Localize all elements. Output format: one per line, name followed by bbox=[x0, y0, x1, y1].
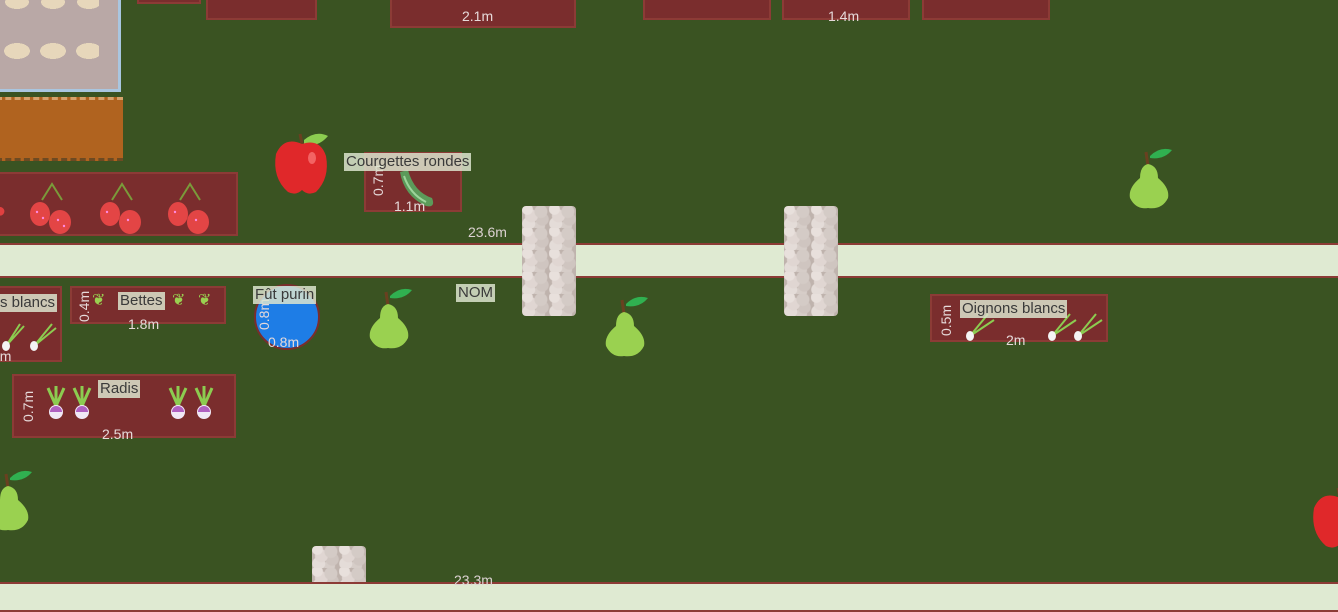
chard-icon: ❦ bbox=[198, 292, 212, 309]
apple-tree-icon[interactable] bbox=[1310, 484, 1338, 548]
pear-tree-icon[interactable] bbox=[602, 294, 650, 363]
bed-top-2[interactable] bbox=[206, 0, 317, 20]
bed-oignons-label: Oignons blancs bbox=[960, 300, 1068, 318]
bed-radis-width: 2.5m bbox=[102, 426, 134, 442]
apple-tree-icon[interactable] bbox=[272, 130, 332, 201]
bed-top-5[interactable]: 1.4m bbox=[782, 0, 910, 24]
bed-bettes-width: 1.8m bbox=[128, 316, 160, 332]
bed-blancs-left-width: 3m bbox=[0, 348, 12, 364]
pear-tree-icon[interactable] bbox=[0, 468, 34, 537]
path-upper[interactable] bbox=[0, 243, 1338, 278]
bed-bettes-height: 0.4m bbox=[76, 290, 92, 322]
radish-icon bbox=[164, 382, 220, 431]
pear-tree-icon[interactable] bbox=[1126, 146, 1174, 215]
greenhouse-bed[interactable] bbox=[0, 0, 121, 92]
stepping-stones[interactable] bbox=[522, 206, 576, 316]
path-lower-length: 23.3m bbox=[454, 572, 493, 588]
bed-top-4[interactable] bbox=[643, 0, 771, 20]
strawberry-icon bbox=[166, 182, 214, 239]
bed-radis-height: 0.7m bbox=[20, 390, 36, 422]
bed-courgettes-width: 1.1m bbox=[394, 198, 426, 214]
bed-top-1[interactable] bbox=[137, 0, 201, 4]
pear-tree-icon[interactable] bbox=[366, 286, 414, 355]
bed-blancs-left-label: s blancs bbox=[0, 294, 58, 312]
bed-courgettes-label: Courgettes rondes bbox=[344, 153, 472, 171]
bed-top-6[interactable] bbox=[922, 0, 1050, 20]
bed-bettes-label: Bettes bbox=[118, 292, 165, 310]
barrel-width: 0.8m bbox=[268, 334, 300, 350]
potato-icon-row-1 bbox=[3, 0, 99, 11]
strawberry-icon bbox=[98, 182, 146, 239]
bed-oignons-height: 0.5m bbox=[938, 304, 954, 336]
bed-top-3-width: 2.1m bbox=[462, 8, 494, 24]
bed-oignons-width: 2m bbox=[1006, 332, 1026, 348]
potato-icon-row-2 bbox=[3, 43, 99, 59]
chard-icon: ❦ bbox=[172, 292, 186, 309]
bed-radis-label: Radis bbox=[98, 380, 141, 398]
bed-top-5-width: 1.4m bbox=[828, 8, 860, 24]
strawberry-icon: ● bbox=[0, 200, 7, 222]
bed-strawberries[interactable]: ● bbox=[0, 172, 238, 236]
barrel-label: Fût purin bbox=[253, 286, 317, 304]
marker-label[interactable]: NOM bbox=[456, 284, 495, 302]
path-lower[interactable] bbox=[0, 582, 1338, 612]
compost-bed[interactable] bbox=[0, 97, 123, 161]
chard-icon: ❦ bbox=[92, 292, 106, 309]
strawberry-icon bbox=[28, 182, 76, 239]
bed-top-3[interactable]: 2.1m bbox=[390, 0, 576, 28]
radish-icon bbox=[42, 382, 98, 431]
path-upper-length: 23.6m bbox=[468, 224, 507, 240]
stepping-stones[interactable] bbox=[784, 206, 838, 316]
